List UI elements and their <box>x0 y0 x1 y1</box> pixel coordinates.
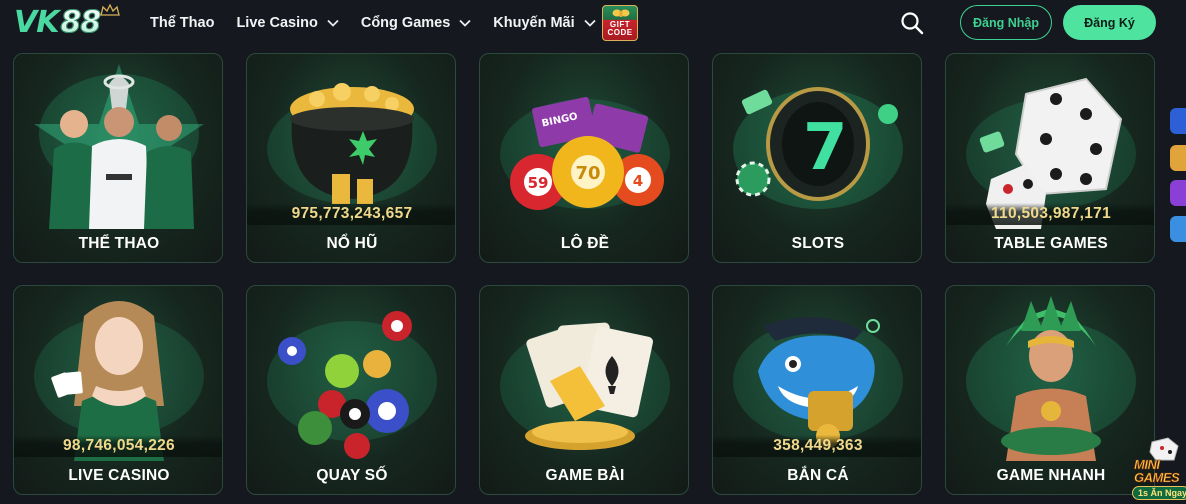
nav-item-label: Live Casino <box>236 15 318 31</box>
nav-item-label: Cổng Games <box>360 15 451 31</box>
nav-item-live-casino[interactable]: Live Casino <box>236 0 339 46</box>
mini-games-button[interactable]: MINI GAMES 1s Ăn Ngay <box>1128 436 1186 504</box>
aztec-princess-art <box>966 296 1136 461</box>
game-card-title: GAME NHANH <box>996 467 1106 484</box>
telegram-icon[interactable] <box>1170 216 1186 242</box>
playing-cards-art <box>500 322 670 450</box>
game-card-title: THỂ THAO <box>78 235 160 252</box>
mini-games-label: MINI GAMES <box>1134 457 1180 485</box>
svg-text:7: 7 <box>803 111 848 185</box>
game-card-title: LIVE CASINO <box>68 467 170 484</box>
gift-bow-icon <box>612 9 630 17</box>
jackpot-amount: 975,773,243,657 <box>247 203 455 225</box>
nav-item-label: Khuyến Mãi <box>493 15 575 31</box>
jackpot-amount: 110,503,987,171 <box>946 203 1154 225</box>
lottery-ball-number: 59 <box>528 174 549 192</box>
nav-item-game-portal[interactable]: Cổng Games <box>361 0 471 46</box>
brand-logo[interactable]: V K 88 <box>14 4 124 40</box>
nav-item-label: Thể Thao <box>150 15 215 31</box>
user-support-icon[interactable] <box>1170 145 1186 171</box>
game-card-title: BẮN CÁ <box>787 467 849 484</box>
game-card-title: TABLE GAMES <box>994 235 1108 252</box>
game-card-title: GAME BÀI <box>545 467 625 484</box>
nav-item-sports[interactable]: Thể Thao <box>150 0 214 46</box>
billiard-balls-art <box>267 311 437 459</box>
game-card-slots[interactable]: 7 SLOTS <box>712 53 922 263</box>
sports-players-art <box>34 64 204 229</box>
game-card-live-casino[interactable]: 98,746,054,226 LIVE CASINO <box>13 285 223 495</box>
chevron-down-icon <box>327 19 339 27</box>
game-card-card-games[interactable]: GAME BÀI <box>479 285 689 495</box>
crown-icon <box>100 4 120 16</box>
bingo-balls-art: BINGO 59 4 70 <box>500 96 670 210</box>
mini-games-sublabel: 1s Ăn Ngay <box>1132 486 1186 500</box>
chevron-down-icon <box>584 19 596 27</box>
lottery-ball-number: 70 <box>575 163 600 184</box>
facebook-icon[interactable] <box>1170 108 1186 134</box>
game-card-fishing[interactable]: 358,449,363 BẮN CÁ <box>712 285 922 495</box>
nav-item-promotions[interactable]: Khuyến Mãi <box>493 0 596 46</box>
jackpot-amount: 98,746,054,226 <box>14 435 222 457</box>
chevron-down-icon <box>459 19 471 27</box>
game-card-title: QUAY SỐ <box>316 467 388 484</box>
game-card-title: LÔ ĐỀ <box>560 235 610 252</box>
jackpot-amount: 358,449,363 <box>713 435 921 457</box>
game-card-jackpot[interactable]: 975,773,243,657 NỔ HŨ <box>246 53 456 263</box>
game-card-quick-games[interactable]: GAME NHANH <box>945 285 1155 495</box>
game-card-number-draw[interactable]: QUAY SỐ <box>246 285 456 495</box>
gift-label-line2: CODE <box>607 28 633 37</box>
main-nav: Thể Thao Live Casino Cổng Games Khuyến M… <box>150 0 618 46</box>
top-header: V K 88 Thể Thao Live Casino Cổng Games Khu… <box>0 0 1186 46</box>
register-button[interactable]: Đăng Ký <box>1063 5 1156 40</box>
messenger-icon[interactable] <box>1170 180 1186 206</box>
game-card-lottery[interactable]: BINGO 59 4 70 LÔ ĐỀ <box>479 53 689 263</box>
lottery-ball-number: 4 <box>633 172 643 190</box>
login-button[interactable]: Đăng Nhập <box>960 5 1052 40</box>
search-icon[interactable] <box>900 11 924 35</box>
game-card-sports[interactable]: THỂ THAO <box>13 53 223 263</box>
game-card-table-games[interactable]: 110,503,987,171 TABLE GAMES <box>945 53 1155 263</box>
game-card-title: NỔ HŨ <box>326 235 378 252</box>
gift-code-button[interactable]: GIFT CODE <box>602 5 638 41</box>
slot-reel-art: 7 <box>733 87 903 209</box>
game-card-title: SLOTS <box>791 235 845 252</box>
